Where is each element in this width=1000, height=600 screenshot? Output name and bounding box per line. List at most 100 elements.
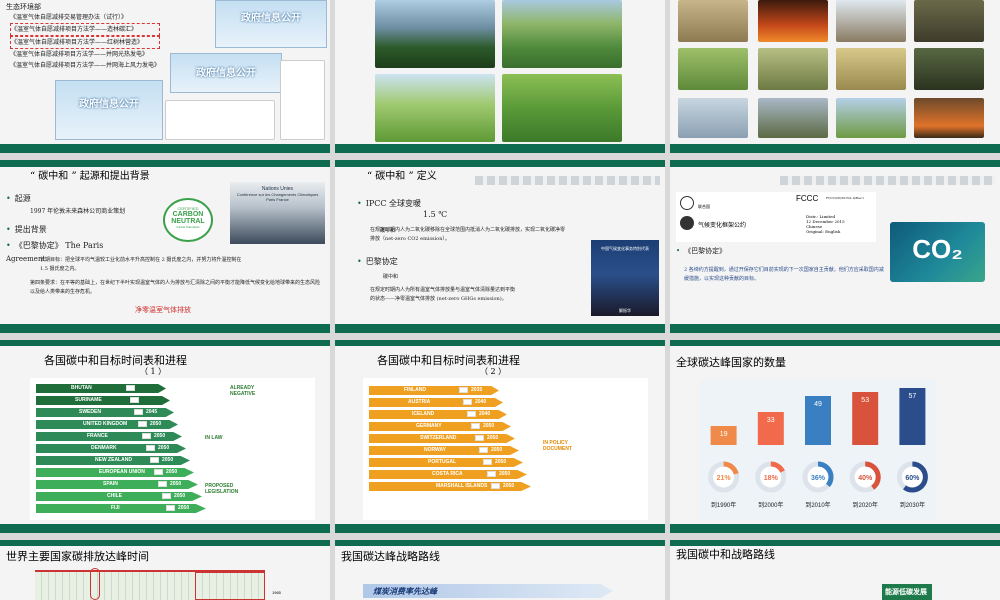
target-year: 2035 <box>471 387 483 393</box>
bullet-paris: 巴黎协定 <box>357 256 398 267</box>
gov-info-label: 政府信息公开 <box>79 99 139 110</box>
country-name: SWITZERLAND <box>420 435 457 441</box>
flag-icon <box>467 411 476 417</box>
definition2-text: 在规定时期内人为所有温室气体排放量与温室气体清除量达到平衡 的状态——净零温室气… <box>370 286 590 304</box>
flag-icon <box>146 445 155 451</box>
flag-icon <box>479 447 488 453</box>
country-row: SPAIN 2050 <box>36 480 198 489</box>
bullet-origin: 起源 <box>6 193 31 204</box>
speaker-photo: 中国气候变化事务特别代表 解振华 <box>591 240 659 316</box>
flag-icon <box>459 387 468 393</box>
slide-header-bar <box>670 340 1000 346</box>
slide-thumbnail-7[interactable]: 各国碳中和目标时间表和进程 （ 1 ） ALREADY NEGATIVE IN … <box>0 340 330 533</box>
donut-percent-label: 18% <box>764 475 779 482</box>
slide-thumbnail-10[interactable]: 世界主要国家碳排放达峰时间 1965 <box>0 540 330 600</box>
dry-field-image <box>836 48 906 90</box>
slide-header-bar <box>335 540 665 546</box>
slide-thumbnail-6[interactable]: 联合国 FCCC FCCC/CP/2015/L.9/Rev.1 气候变化框架公约… <box>670 160 1000 333</box>
country-row: UNITED KINGDOM 2050 <box>36 420 178 429</box>
target-year: 2050 <box>174 493 186 499</box>
strategy-banner: 能源低碳发展 <box>882 584 932 600</box>
bullet-paris: 《巴黎协定》 <box>676 246 726 256</box>
country-name: SPAIN <box>103 481 118 487</box>
country-row: FINLAND 2035 <box>369 386 499 395</box>
doc-title: 气候变化框架公约 <box>698 222 747 229</box>
country-row: SURINAME <box>36 396 170 405</box>
slide-header-bar <box>0 340 330 346</box>
farmland-landscape-image <box>502 74 622 142</box>
banner-label: 煤炭消费率先达峰 <box>373 587 437 596</box>
country-name: DENMARK <box>91 445 117 451</box>
gov-info-label: 政府信息公开 <box>241 13 301 24</box>
country-name: BHUTAN <box>71 385 92 391</box>
slide-thumbnail-3[interactable] <box>670 0 1000 153</box>
highlight-rect <box>195 572 265 600</box>
flag-icon <box>463 399 472 405</box>
slide-header-bar <box>670 160 1000 167</box>
slide-thumbnail-5[interactable]: “ 碳中和 ” 定义 IPCC 全球变暖 1.5 ℃ 碳中和 在规定时期内人为二… <box>335 160 665 333</box>
country-row: ICELAND 2040 <box>369 410 507 419</box>
slide-footer-bar <box>670 144 1000 153</box>
category-label: 到2000年 <box>758 501 783 509</box>
mountain-landscape-image <box>375 0 495 68</box>
flag-icon <box>130 397 139 403</box>
country-name: GERMANY <box>416 423 442 429</box>
bar-value-label: 19 <box>720 431 728 438</box>
target-year: 2050 <box>154 433 166 439</box>
slide-thumbnail-12[interactable]: 我国碳中和战略路线 能源低碳发展 <box>670 540 1000 600</box>
slide-footer-bar <box>670 324 1000 333</box>
flag-icon <box>487 471 496 477</box>
target-year: 2045 <box>146 409 158 415</box>
article-four: 第四条要求：在平等的基础上，在世纪下半叶实现温室气体的人为排放与汇清除之间的平衡… <box>30 280 321 295</box>
country-row: SWEDEN 2045 <box>36 408 174 417</box>
target-year: 2050 <box>495 459 507 465</box>
long-term-goal: 长期目标：把全球平均气温较工业化前水平升高控制在 2 摄氏度之内，并努力将升温控… <box>40 256 325 274</box>
slide-title: 世界主要国家碳排放达峰时间 <box>6 551 149 563</box>
slide-footer-bar <box>335 524 665 533</box>
country-name: PORTUGAL <box>428 459 457 465</box>
cattle-image <box>836 98 906 138</box>
chevron-pattern <box>780 176 995 185</box>
flag-icon <box>471 423 480 429</box>
donut-percent-label: 60% <box>905 475 920 482</box>
target-year: 2050 <box>483 423 495 429</box>
badge-text: Global Standards <box>176 225 200 229</box>
year-label: 1965 <box>272 590 281 595</box>
wetland-landscape-image <box>502 0 622 68</box>
flag-icon <box>166 505 175 511</box>
in-policy-document-label: IN POLICY DOCUMENT <box>543 440 572 452</box>
forest-fire-image <box>758 0 828 42</box>
in-law-label: IN LAW <box>205 435 223 441</box>
flag-icon <box>483 459 492 465</box>
country-row: AUSTRIA 2040 <box>369 398 503 407</box>
target-year: 2050 <box>150 421 162 427</box>
proposed-legislation-label: PROPOSED LEGISLATION <box>205 483 239 495</box>
bullet-paris: 《巴黎协定》 The Paris <box>6 240 104 251</box>
slide-thumbnail-4[interactable]: “ 碳中和 ” 起源和提出背景 起源 1997 年伦敦未来森林公司商业策划 提出… <box>0 160 330 333</box>
unfccc-document: 联合国 FCCC FCCC/CP/2015/L.9/Rev.1 气候变化框架公约… <box>676 192 876 242</box>
slide-thumbnail-1[interactable]: 生态环境部 《温室气体自愿减排交易管理办法（试行）》 《温室气体自愿减排项目方法… <box>0 0 330 153</box>
agreement-desc: 2 各缔约方提醒到，通过开保存它们目前实现的下一次国家自主贡献，他们方应采取国内… <box>684 266 884 284</box>
slide-thumbnail-2[interactable] <box>335 0 665 153</box>
category-label: 到2030年 <box>900 501 925 509</box>
target-year: 2050 <box>487 435 499 441</box>
greenhouse-image <box>678 98 748 138</box>
bar-value-label: 33 <box>767 417 775 424</box>
regulation-line: 《温室气体自愿减排项目方法学——并网海上风力发电》 <box>10 62 161 69</box>
country-name: CHILE <box>107 493 122 499</box>
flag-icon <box>158 481 167 487</box>
country-name: NORWAY <box>424 447 446 453</box>
donut-percent-label: 36% <box>811 475 826 482</box>
country-row: FRANCE 2050 <box>36 432 182 441</box>
target-year: 2050 <box>170 481 182 487</box>
banner-label: 能源低碳发展 <box>885 589 927 596</box>
target-year: 2050 <box>491 447 503 453</box>
slide-thumbnail-8[interactable]: 各国碳中和目标时间表和进程 （ 2 ） IN POLICY DOCUMENT F… <box>335 340 665 533</box>
country-row: DENMARK 2050 <box>36 444 186 453</box>
slide-thumbnail-9[interactable]: 全球碳达峰国家的数量 19 21% 到1990年 33 18% 到2000年 49 36% 到2… <box>670 340 1000 533</box>
bar-value-label: 57 <box>909 393 917 400</box>
flag-icon <box>126 385 135 391</box>
category-label: 到2010年 <box>805 501 830 509</box>
slide-footer-bar <box>335 324 665 333</box>
slide-thumbnail-11[interactable]: 我国碳达峰战略路线 煤炭消费率先达峰 <box>335 540 665 600</box>
